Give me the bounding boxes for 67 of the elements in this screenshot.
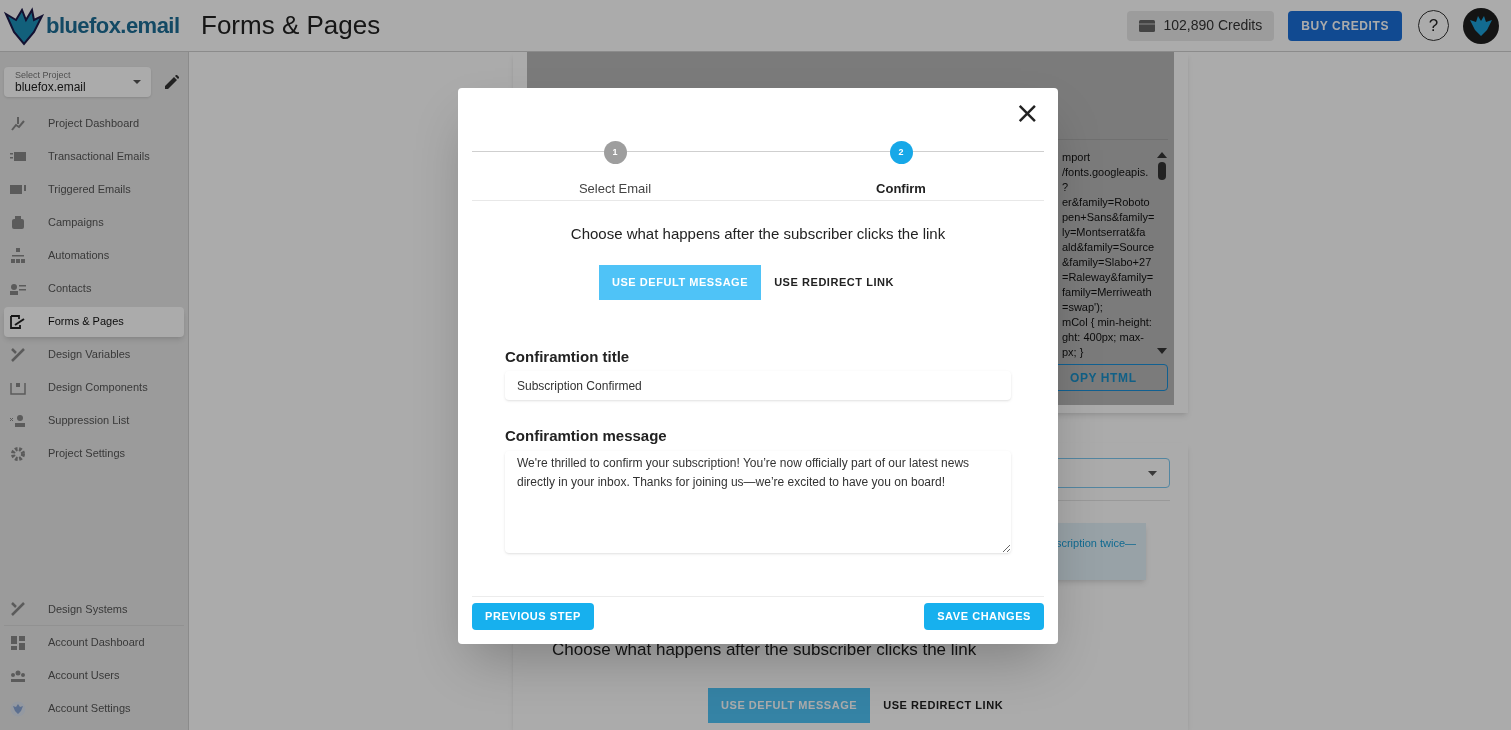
close-button[interactable]: ×	[1014, 102, 1040, 124]
tools-icon	[10, 601, 26, 617]
option-button[interactable]: USE REDIRECT LINK	[761, 264, 908, 300]
option-button[interactable]: USE REDIRECT LINK	[870, 687, 1017, 723]
nav-item[interactable]: Automations	[4, 240, 184, 271]
nav-item[interactable]: Transactional Emails	[4, 141, 184, 172]
hierarchy-icon	[10, 247, 26, 264]
logo-text: bluefox.email	[46, 12, 180, 40]
code-line: ald&family=Source	[1062, 240, 1154, 255]
code-line: px; }	[1062, 345, 1085, 360]
step[interactable]: 1 Select Email	[472, 141, 758, 199]
buy-credits-button[interactable]: BUY CREDITS	[1288, 10, 1402, 41]
nav-item[interactable]: Project Dashboard	[4, 108, 184, 139]
form-icon	[10, 313, 26, 330]
nav-item[interactable]: Account Settings	[4, 692, 184, 725]
people-icon	[10, 412, 26, 429]
avatar-icon[interactable]	[1463, 7, 1499, 44]
title-field[interactable]: Subscription Confirmed	[505, 371, 1011, 400]
step-label: Confirm	[876, 180, 926, 198]
modal-heading: Choose what happens after the subscriber clicks the link	[569, 224, 947, 244]
code-line: pen+Sans&family=	[1062, 210, 1154, 225]
scrollbar-icon[interactable]	[1156, 150, 1168, 356]
code-line: family=Merriweath	[1062, 285, 1153, 300]
code-line: er&family=Roboto	[1062, 195, 1151, 210]
code-line: =Raleway&family=	[1062, 270, 1154, 285]
dropdown-icon	[1148, 470, 1157, 476]
tools-icon	[10, 346, 26, 363]
select-value: bluefox.email	[15, 81, 86, 93]
nav-item[interactable]: Campaigns	[4, 207, 184, 238]
code-line: /fonts.googleapis.	[1062, 165, 1150, 180]
nav-item[interactable]: Account Users	[4, 659, 184, 692]
code-line: mport	[1062, 150, 1092, 165]
code-line: ly=Montserrat&fa	[1062, 225, 1147, 240]
previous-step-button[interactable]: PREVIOUS STEP	[472, 603, 594, 630]
code-line: ?	[1062, 180, 1070, 195]
code-line: ght: 400px; max-	[1062, 330, 1145, 345]
step[interactable]: 2 Confirm	[758, 141, 1044, 199]
notice-text: scription twice—	[1055, 536, 1136, 551]
save-changes-button[interactable]: SAVE CHANGES	[924, 603, 1044, 630]
nav-item[interactable]: Project Settings	[4, 438, 184, 469]
project-select[interactable]: Select Project bluefox.email	[4, 67, 151, 97]
step-number: 2	[889, 141, 913, 164]
nav-item[interactable]: Contacts	[4, 273, 184, 304]
step-label: Select Email	[578, 180, 652, 198]
section-heading: Choose what happens after the subscriber clicks the link	[552, 639, 978, 661]
select-label: Select Project	[15, 71, 72, 80]
page-title: Forms & Pages	[201, 9, 381, 42]
code-line: &family=Slabo+27	[1062, 255, 1153, 270]
chart-icon	[10, 115, 26, 132]
nav-item[interactable]: Design Variables	[4, 339, 184, 370]
step-number: 1	[603, 141, 627, 164]
field-label: Confiramtion title	[505, 346, 631, 367]
nav-item[interactable]: Design Components	[4, 372, 184, 403]
nav-item[interactable]: Forms & Pages	[4, 306, 184, 337]
message-field[interactable]: We're thrilled to confirm your subscription! You’re now officially part of our latest news directly in your inbox. Thanks for joining us—we’re excited to have you on board!	[505, 450, 1011, 553]
dropdown-icon	[133, 80, 141, 84]
pencil-icon[interactable]	[165, 75, 179, 89]
code-line: mCol { min-height:	[1062, 315, 1153, 330]
nav-item[interactable]: Triggered Emails	[4, 174, 184, 205]
card-icon	[1139, 19, 1156, 32]
credits-text: 102,890 Credits	[1163, 16, 1263, 35]
nav-item[interactable]: Suppression List	[4, 405, 184, 436]
nav-item[interactable]: Design Systems	[4, 593, 184, 626]
field-label: Confiramtion message	[505, 426, 668, 446]
code-line: =swap');	[1062, 300, 1104, 315]
nav-item[interactable]: Account Dashboard	[4, 626, 184, 659]
dashboard-icon	[10, 634, 26, 651]
